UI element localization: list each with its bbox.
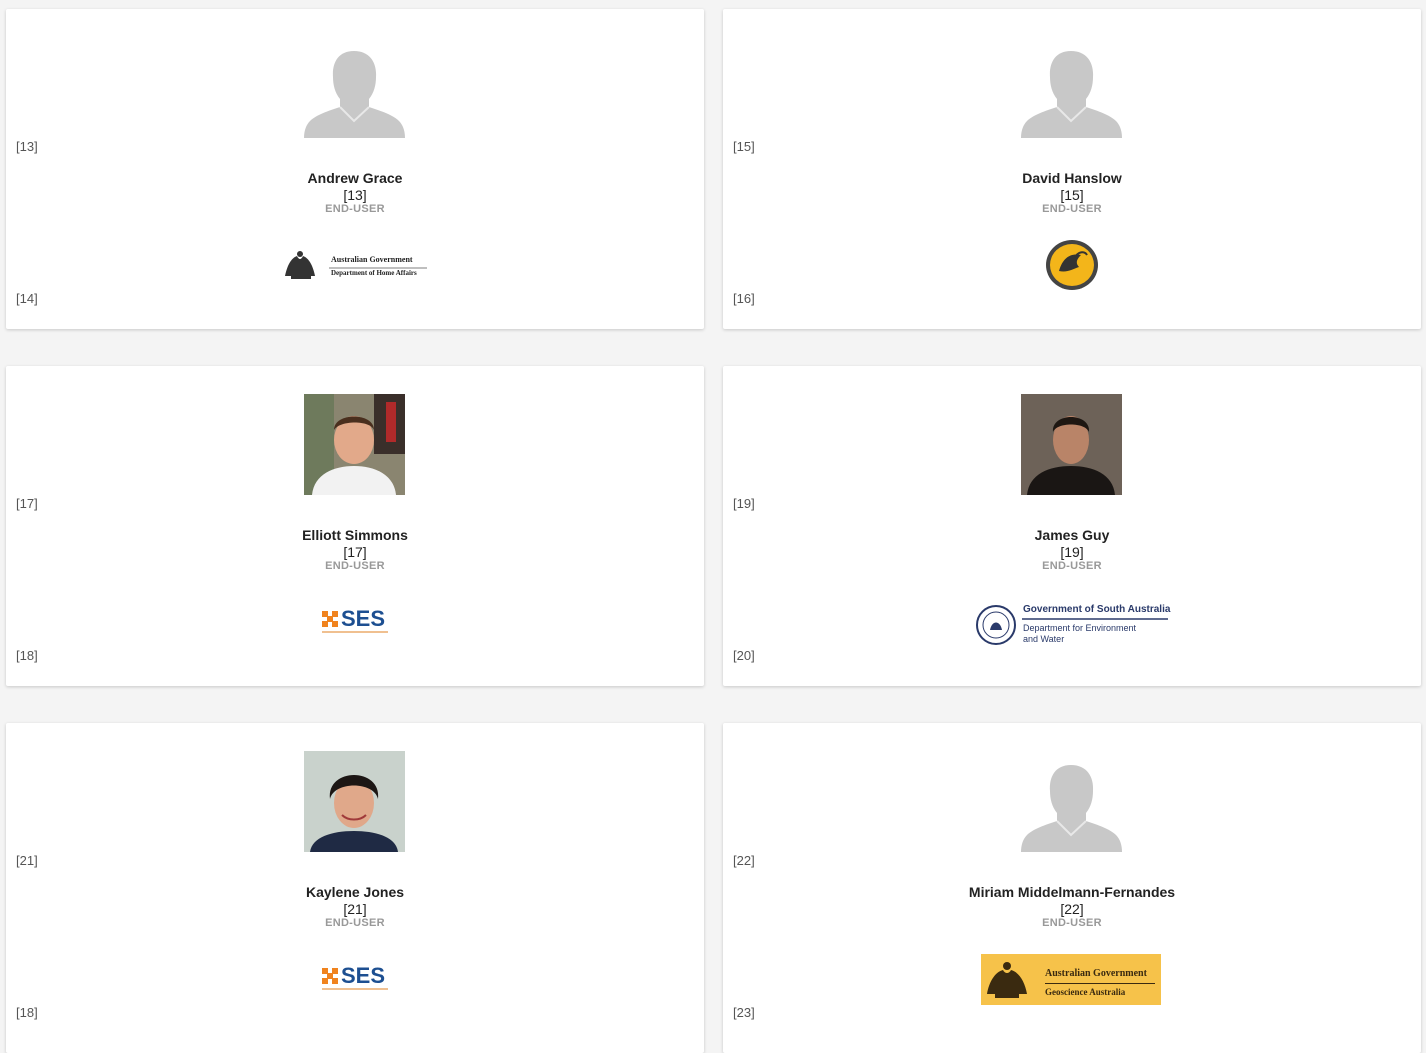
org-logo[interactable]: Government of South Australia Department… <box>975 602 1171 646</box>
user-role: END-USER <box>325 917 385 929</box>
user-avatar[interactable] <box>304 751 405 852</box>
avatar-ref: [22] <box>733 853 755 868</box>
user-name[interactable]: James Guy <box>723 527 1421 543</box>
avatar-ref: [13] <box>16 139 38 154</box>
user-id: [19] <box>1060 544 1084 560</box>
logo-ref: [18] <box>16 648 38 663</box>
user-name[interactable]: David Hanslow <box>723 170 1421 186</box>
org-logo[interactable]: Australian Government Department of Home… <box>281 246 431 284</box>
user-id: [15] <box>1060 187 1084 203</box>
avatar-ref: [15] <box>733 139 755 154</box>
user-id: [13] <box>343 187 367 203</box>
avatar-silhouette-icon <box>1021 765 1122 852</box>
logo-ref: [16] <box>733 291 755 306</box>
user-card[interactable]: [15] David Hanslow [15] END-USER [16] <box>723 9 1421 329</box>
user-card[interactable]: [13] Andrew Grace [13] END-USER Australi… <box>6 9 704 329</box>
org-logo[interactable]: SES <box>318 963 392 995</box>
logo-line2: Geoscience Australia <box>1045 987 1126 997</box>
user-role: END-USER <box>1042 203 1102 215</box>
logo-line3: and Water <box>1023 634 1065 644</box>
user-role: END-USER <box>325 560 385 572</box>
user-role: END-USER <box>1042 560 1102 572</box>
avatar-silhouette-icon <box>304 51 405 138</box>
user-card[interactable]: [22] Miriam Middelmann-Fernandes [22] EN… <box>723 723 1421 1053</box>
logo-ref: [14] <box>16 291 38 306</box>
user-id: [22] <box>1060 901 1084 917</box>
avatar-ref: [17] <box>16 496 38 511</box>
user-name[interactable]: Elliott Simmons <box>6 527 704 543</box>
user-avatar[interactable] <box>304 49 405 138</box>
user-photo-icon <box>1021 394 1122 495</box>
user-card[interactable]: [19] James Guy [19] END-USER Government … <box>723 366 1421 686</box>
logo-ref: [20] <box>733 648 755 663</box>
logo-line1: Australian Government <box>331 255 413 264</box>
logo-line2: Department of Home Affairs <box>331 269 417 277</box>
aus-gov-crest-icon <box>987 962 1027 998</box>
logo-line2: Department for Environment <box>1023 623 1137 633</box>
user-photo-icon <box>304 394 405 495</box>
logo-line1: Government of South Australia <box>1023 604 1171 615</box>
user-role: END-USER <box>1042 917 1102 929</box>
ses-text: SES <box>341 606 386 631</box>
user-avatar[interactable] <box>1021 394 1122 495</box>
user-avatar[interactable] <box>304 394 405 495</box>
logo-ref: [23] <box>733 1005 755 1020</box>
aus-gov-crest-icon <box>285 251 427 279</box>
user-avatar[interactable] <box>1021 49 1122 138</box>
org-logo[interactable] <box>1045 239 1099 291</box>
user-card[interactable]: [21] Kaylene Jones [21] END-USER SES [18… <box>6 723 704 1053</box>
user-name[interactable]: Miriam Middelmann-Fernandes <box>723 884 1421 900</box>
org-logo[interactable]: Australian Government Geoscience Austral… <box>981 954 1161 1005</box>
ses-text: SES <box>341 963 386 988</box>
user-role: END-USER <box>325 203 385 215</box>
logo-ref: [18] <box>16 1005 38 1020</box>
logo-divider <box>1045 983 1155 984</box>
user-id: [17] <box>343 544 367 560</box>
user-photo-icon <box>304 751 405 852</box>
avatar-silhouette-icon <box>1021 51 1122 138</box>
user-name[interactable]: Kaylene Jones <box>6 884 704 900</box>
user-avatar[interactable] <box>1021 763 1122 852</box>
user-id: [21] <box>343 901 367 917</box>
avatar-ref: [19] <box>733 496 755 511</box>
user-name[interactable]: Andrew Grace <box>6 170 704 186</box>
logo-line1: Australian Government <box>1045 968 1147 979</box>
avatar-ref: [21] <box>16 853 38 868</box>
org-logo[interactable]: SES <box>318 606 392 638</box>
parks-emblem-icon <box>1046 240 1098 290</box>
user-card[interactable]: [17] Elliott Simmons [17] END-USER SES [… <box>6 366 704 686</box>
